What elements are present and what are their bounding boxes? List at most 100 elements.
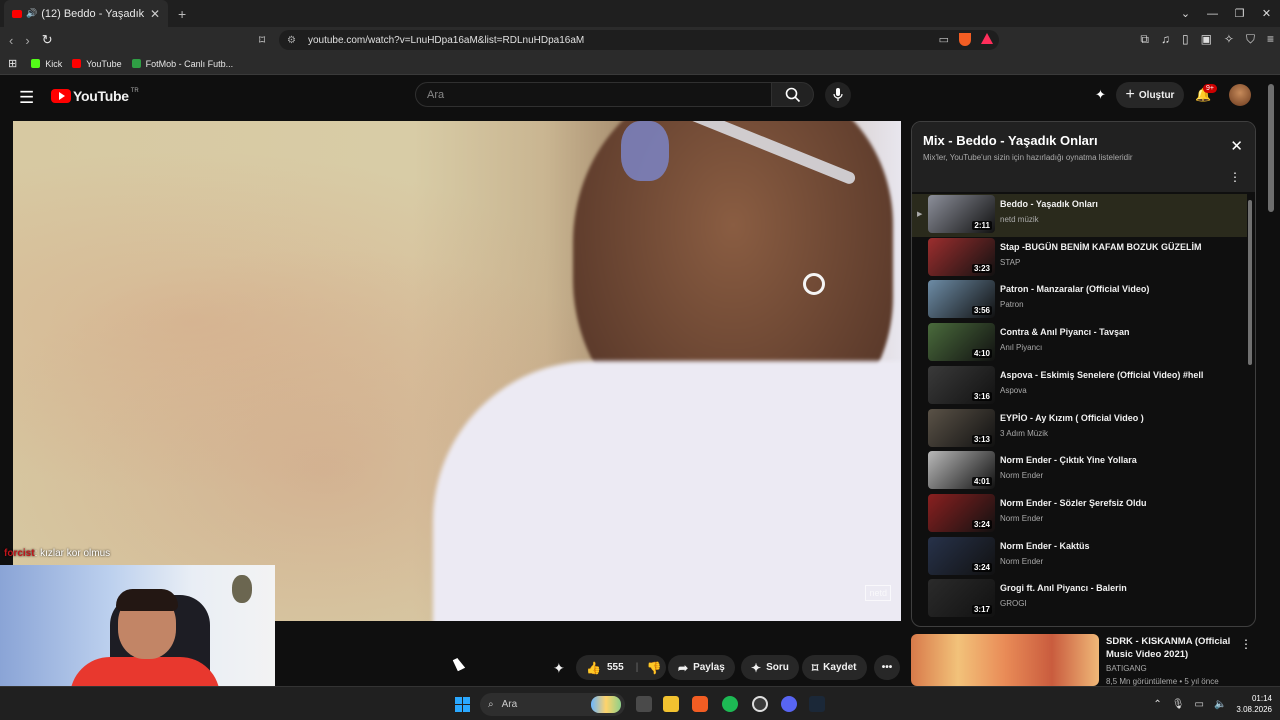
playlist-item[interactable]: 3:24 Norm Ender - Sözler Şerefsiz Oldu Nor…	[912, 493, 1247, 536]
playlist-item[interactable]: 3:23 Stap -BUGÜN BENİM KAFAM BOZUK GÜZELİ…	[912, 237, 1247, 280]
tab-close-icon[interactable]: ✕	[150, 7, 160, 21]
search-input[interactable]: Ara	[415, 82, 772, 107]
playlist-scrollbar[interactable]	[1248, 200, 1252, 365]
playlist-thumbnail[interactable]: 3:16	[928, 365, 995, 404]
playlist-item-channel[interactable]: 3 Adım Müzik	[1000, 429, 1048, 438]
playlist-thumbnail[interactable]: 3:56	[928, 280, 995, 319]
playlist-item-channel[interactable]: GROGI	[1000, 599, 1027, 608]
cast-icon[interactable]: ▭	[939, 33, 949, 46]
vpn-shield-icon[interactable]: ⛉	[1246, 32, 1255, 47]
playlist-item[interactable]: 3:56 Patron - Manzaralar (Official Video)…	[912, 279, 1247, 322]
playlist-close-icon[interactable]: ✕	[1230, 137, 1243, 155]
ask-button[interactable]: ✦ Soru	[741, 655, 799, 680]
search-button[interactable]	[771, 82, 814, 107]
taskbar-search[interactable]: ⌕ Ara	[480, 693, 625, 716]
recommended-title[interactable]: SDRK - KISKANMA (Official Music Video 20…	[1106, 635, 1236, 661]
playlist-thumbnail[interactable]: 3:24	[928, 536, 995, 575]
create-button[interactable]: + Oluştur	[1116, 82, 1184, 108]
voice-search-button[interactable]	[825, 82, 851, 108]
windows-start-icon[interactable]	[455, 697, 470, 712]
playlist-item[interactable]: 4:10 Contra & Anıl Piyancı - Tavşan Anıl P…	[912, 322, 1247, 365]
playlist-item[interactable]: 3:16 Aspova - Eskimiş Senelere (Official …	[912, 365, 1247, 408]
playlist-item[interactable]: 4:01 Norm Ender - Çıktık Yine Yollara Norm…	[912, 450, 1247, 493]
playlist-item[interactable]: 3:24 Norm Ender - Kaktüs Norm Ender	[912, 536, 1247, 579]
file-explorer-icon[interactable]	[663, 696, 679, 712]
tab-search-icon[interactable]: ⌄	[1172, 7, 1199, 20]
new-tab-button[interactable]: +	[178, 6, 186, 22]
playlist-item[interactable]: ▶ 2:11 Beddo - Yaşadık Onları netd müzik	[912, 194, 1247, 237]
extensions-icon[interactable]: ⧉	[1140, 32, 1149, 47]
recommended-channel[interactable]: BATIGANG	[1106, 664, 1147, 673]
playlist-thumbnail[interactable]: 3:13	[928, 408, 995, 447]
playlist-thumbnail[interactable]: 3:17	[928, 579, 995, 618]
brave-shield-icon[interactable]	[959, 33, 971, 46]
site-info-icon[interactable]: ⚙	[287, 35, 296, 46]
menu-icon[interactable]: ≡	[1267, 32, 1274, 47]
volume-tray-icon[interactable]: 🔈	[1214, 699, 1226, 710]
forward-icon[interactable]: ›	[25, 33, 29, 48]
hamburger-menu-icon[interactable]: ☰	[19, 88, 34, 108]
video-player[interactable]: netd	[13, 121, 901, 621]
music-icon[interactable]: ♫	[1161, 32, 1170, 47]
playlist-item[interactable]: 3:17 Grogi ft. Anıl Piyancı - Balerin GROG…	[912, 578, 1247, 621]
mic-tray-icon[interactable]: 🎙	[1172, 699, 1185, 710]
playlist-thumbnail[interactable]: 4:01	[928, 451, 995, 490]
bookmark-fotmob[interactable]: FotMob - Canlı Futb...	[131, 59, 233, 69]
playlist-title[interactable]: Mix - Beddo - Yaşadık Onları	[923, 133, 1098, 148]
playlist-item-channel[interactable]: Anıl Piyancı	[1000, 343, 1042, 352]
recommended-video[interactable]: SDRK - KISKANMA (Official Music Video 20…	[911, 634, 1256, 686]
playlist-item-channel[interactable]: STAP	[1000, 258, 1020, 267]
account-avatar[interactable]	[1229, 84, 1251, 106]
minimize-button[interactable]: —	[1199, 8, 1226, 20]
brave-browser-icon[interactable]	[692, 696, 708, 712]
brave-rewards-icon[interactable]	[981, 33, 993, 44]
save-button[interactable]: ⌑ Kaydet	[802, 655, 867, 680]
recommended-thumbnail[interactable]	[911, 634, 1099, 686]
apps-grid-icon[interactable]: ⊞	[8, 57, 17, 70]
playlist-item-title[interactable]: Norm Ender - Çıktık Yine Yollara	[1000, 455, 1137, 465]
playlist-item-title[interactable]: Stap -BUGÜN BENİM KAFAM BOZUK GÜZELİM	[1000, 242, 1202, 252]
bookmark-icon[interactable]: ⌑	[259, 33, 265, 47]
playlist-item-channel[interactable]: netd müzik	[1000, 215, 1039, 224]
url-field[interactable]: ⚙ youtube.com/watch?v=LnuHDpa16aM&list=R…	[279, 30, 999, 50]
steam-overlay-icon[interactable]	[752, 696, 768, 712]
playlist-thumbnail[interactable]: 4:10	[928, 323, 995, 362]
more-actions-button[interactable]: •••	[874, 655, 900, 680]
spotify-icon[interactable]	[722, 696, 738, 712]
bookmark-kick[interactable]: Kick	[31, 59, 62, 69]
back-icon[interactable]: ‹	[9, 33, 13, 48]
playlist-item[interactable]: 3:13 EYPİO - Ay Kızım ( Official Video ) 3…	[912, 408, 1247, 451]
sidebar-icon[interactable]: ▯	[1182, 32, 1189, 47]
recommended-more-icon[interactable]: ⋮	[1240, 637, 1252, 651]
like-button[interactable]: 👍 555 | 👎	[576, 655, 666, 680]
bookmark-youtube[interactable]: YouTube	[72, 59, 122, 69]
system-clock[interactable]: 01:14 3.08.2026	[1236, 693, 1272, 715]
playlist-more-icon[interactable]: ⋮	[1229, 170, 1241, 184]
page-scrollbar[interactable]	[1268, 84, 1274, 212]
youtube-logo[interactable]: YouTube TR	[51, 88, 139, 104]
leo-ai-icon[interactable]: ✧	[1224, 32, 1234, 47]
thumbs-down-icon[interactable]: 👎	[646, 661, 661, 675]
playlist-thumbnail[interactable]: 3:23	[928, 237, 995, 276]
playlist-item-title[interactable]: Contra & Anıl Piyancı - Tavşan	[1000, 327, 1130, 337]
steam-icon[interactable]	[809, 696, 825, 712]
playlist-item-channel[interactable]: Norm Ender	[1000, 514, 1043, 523]
display-tray-icon[interactable]: ▭	[1195, 699, 1204, 710]
task-view-icon[interactable]	[636, 696, 652, 712]
playlist-item-channel[interactable]: Aspova	[1000, 386, 1027, 395]
playlist-item-channel[interactable]: Norm Ender	[1000, 471, 1043, 480]
sparkle-icon[interactable]: ✦	[553, 660, 565, 677]
playlist-item-channel[interactable]: Patron	[1000, 300, 1024, 309]
reload-icon[interactable]: ↻	[42, 32, 53, 48]
maximize-button[interactable]: ❐	[1226, 7, 1253, 20]
tray-chevron-icon[interactable]: ⌃	[1153, 699, 1161, 710]
discord-icon[interactable]	[781, 696, 797, 712]
playlist-thumbnail[interactable]: 2:11	[928, 195, 995, 233]
speaker-icon[interactable]: 🔊	[26, 8, 37, 19]
playlist-item-channel[interactable]: Norm Ender	[1000, 557, 1043, 566]
playlist-item-title[interactable]: Patron - Manzaralar (Official Video)	[1000, 284, 1149, 294]
share-button[interactable]: ➦ Paylaş	[668, 655, 735, 680]
playlist-item-title[interactable]: Norm Ender - Kaktüs	[1000, 541, 1090, 551]
wallet-icon[interactable]: ▣	[1201, 32, 1212, 47]
playlist-item-title[interactable]: Beddo - Yaşadık Onları	[1000, 199, 1098, 209]
